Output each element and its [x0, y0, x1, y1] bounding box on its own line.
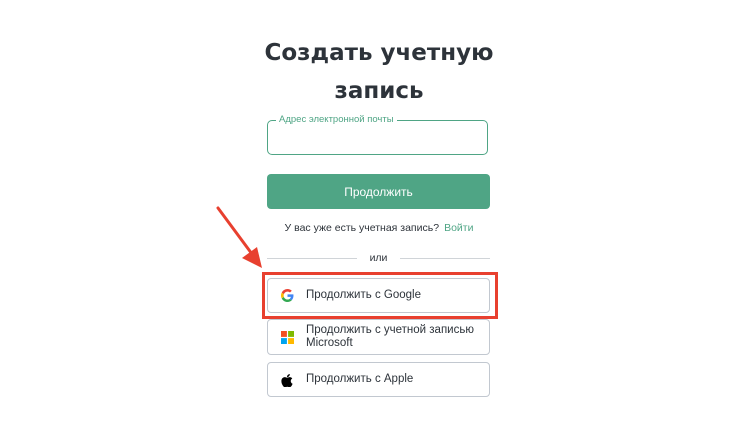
- annotation-arrow: [216, 206, 262, 268]
